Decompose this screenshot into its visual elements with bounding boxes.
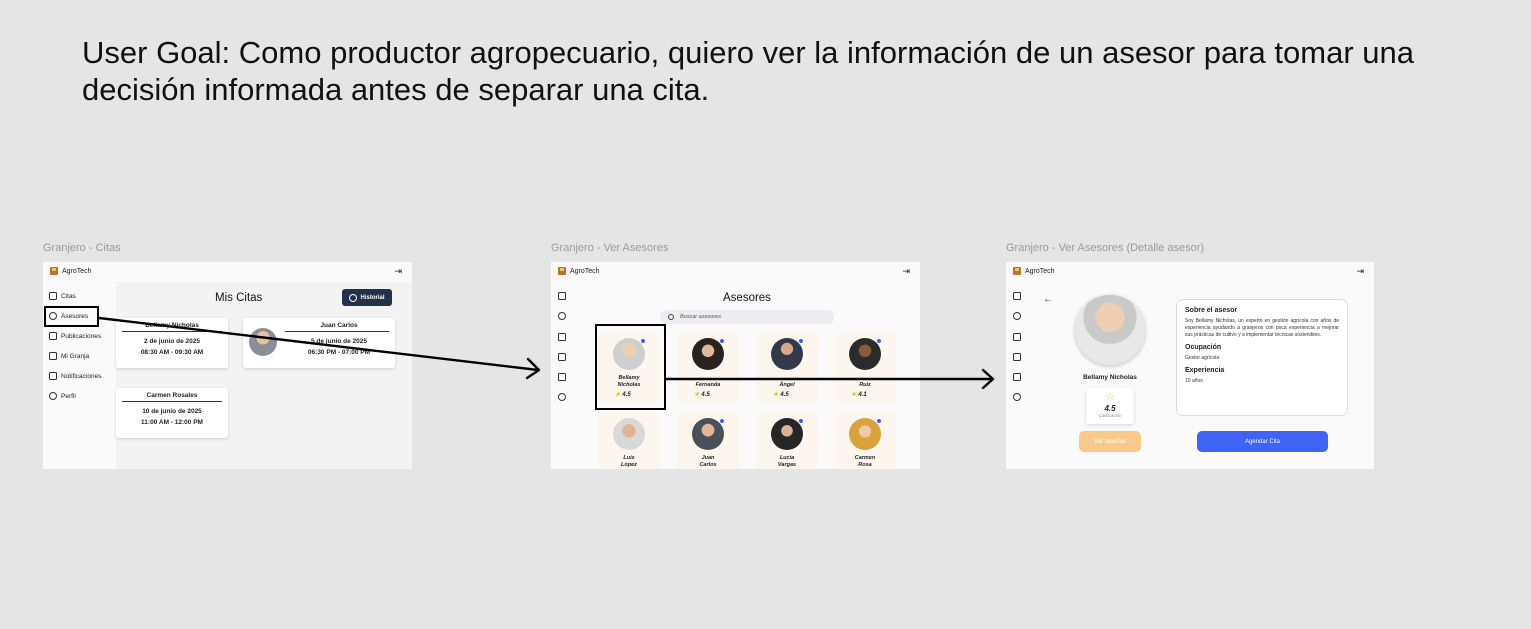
flow-arrows <box>97 316 995 390</box>
flow-arrow-1 <box>97 316 540 372</box>
